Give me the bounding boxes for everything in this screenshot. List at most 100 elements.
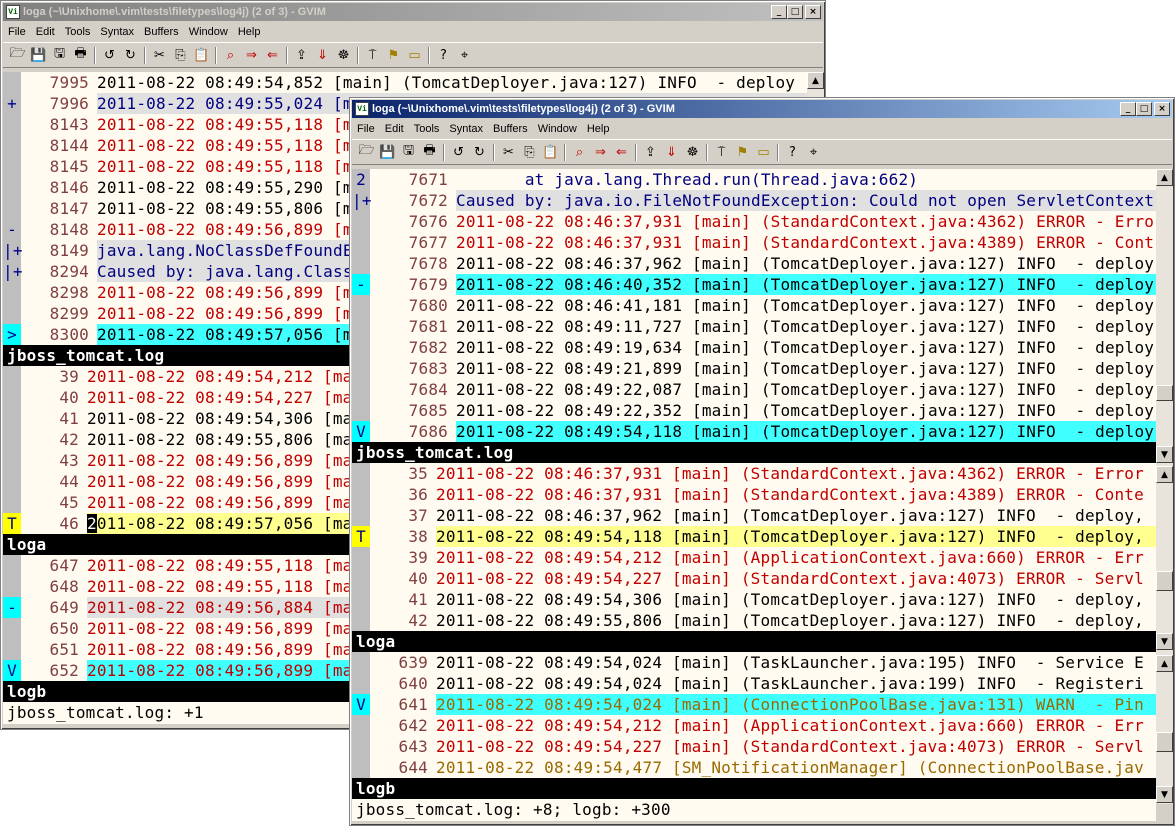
sign-column[interactable]: V [352, 421, 370, 442]
command-line[interactable]: jboss_tomcat.log: +8; logb: +300 [352, 799, 1156, 821]
scroll-up-button[interactable]: ▲ [1156, 169, 1173, 186]
menu-tools[interactable]: Tools [409, 123, 445, 135]
log-line[interactable]: 7678 2011-08-22 08:46:37,962 [main] (Tomc… [352, 253, 1156, 274]
find-replace-icon[interactable]: ⌕ [569, 142, 590, 162]
find-replace-icon[interactable]: ⌕ [220, 45, 241, 65]
menu-window[interactable]: Window [184, 26, 233, 38]
sign-column[interactable] [352, 652, 370, 673]
save-icon[interactable]: 💾 [377, 142, 398, 162]
log-line[interactable]: 39 2011-08-22 08:49:54,212 [main] (Applic… [352, 547, 1156, 568]
sign-column[interactable] [352, 379, 370, 400]
run-ctags-icon[interactable]: ⚑ [732, 142, 753, 162]
sign-column[interactable] [352, 463, 370, 484]
sign-column[interactable] [352, 736, 370, 757]
log-text[interactable]: 2011-08-22 08:49:54,212 [main] (Applicat… [436, 547, 1156, 568]
log-text[interactable]: 2011-08-22 08:46:37,962 [main] (TomcatDe… [456, 253, 1156, 274]
load-session-icon[interactable]: ⇪ [640, 142, 661, 162]
help-icon[interactable]: ? [433, 45, 454, 65]
sign-column[interactable] [352, 295, 370, 316]
undo-icon[interactable]: ↺ [99, 45, 120, 65]
sign-column[interactable] [3, 618, 21, 639]
log-line[interactable]: 639 2011-08-22 08:49:54,024 [main] (TaskL… [352, 652, 1156, 673]
log-line[interactable]: 643 2011-08-22 08:49:54,227 [main] (Stand… [352, 736, 1156, 757]
sign-column[interactable] [3, 366, 21, 387]
sign-column[interactable]: - [3, 597, 21, 618]
sign-column[interactable] [352, 337, 370, 358]
log-text[interactable]: 2011-08-22 08:49:22,087 [main] (TomcatDe… [456, 379, 1156, 400]
save-all-icon[interactable]: 🖫 [49, 45, 70, 65]
log-text[interactable]: 2011-08-22 08:49:54,024 [main] (TaskLaun… [436, 652, 1156, 673]
sign-column[interactable] [352, 400, 370, 421]
find-next-icon[interactable]: ⇒ [241, 45, 262, 65]
gvim-window-foreground[interactable]: Vi loga (~\Unixhome\.vim\tests\filetypes… [349, 97, 1175, 826]
paste-icon[interactable]: 📋 [540, 142, 561, 162]
save-all-icon[interactable]: 🖫 [398, 142, 419, 162]
cut-icon[interactable]: ✂ [498, 142, 519, 162]
log-text[interactable]: 2011-08-22 08:46:41,181 [main] (TomcatDe… [456, 295, 1156, 316]
sign-column[interactable] [352, 253, 370, 274]
log-text[interactable]: 2011-08-22 08:46:37,931 [main] (Standard… [436, 484, 1156, 505]
scroll-down-button[interactable]: ▼ [1156, 633, 1173, 650]
menu-tools[interactable]: Tools [60, 26, 96, 38]
sign-column[interactable] [3, 408, 21, 429]
sign-column[interactable] [352, 484, 370, 505]
log-text[interactable]: 2011-08-22 08:49:54,477 [SM_Notification… [436, 757, 1156, 778]
title-bar[interactable]: Vi loga (~\Unixhome\.vim\tests\filetypes… [352, 100, 1172, 118]
log-text[interactable]: 2011-08-22 08:49:11,727 [main] (TomcatDe… [456, 316, 1156, 337]
log-line[interactable]: 7681 2011-08-22 08:49:11,727 [main] (Tomc… [352, 316, 1156, 337]
log-line[interactable]: 7680 2011-08-22 08:46:41,181 [main] (Tomc… [352, 295, 1156, 316]
sign-column[interactable]: - [352, 274, 370, 295]
menu-file[interactable]: File [352, 123, 380, 135]
find-next-icon[interactable]: ⇒ [590, 142, 611, 162]
log-text[interactable]: 2011-08-22 08:49:22,352 [main] (TomcatDe… [456, 400, 1156, 421]
make-icon[interactable]: ⍑ [711, 142, 732, 162]
sign-column[interactable] [3, 72, 21, 93]
minimize-button[interactable]: _ [1120, 102, 1136, 116]
menu-window[interactable]: Window [533, 123, 582, 135]
undo-icon[interactable]: ↺ [448, 142, 469, 162]
make-icon[interactable]: ⍑ [362, 45, 383, 65]
log-text[interactable]: 2011-08-22 08:49:54,024 [main] (Connecti… [436, 694, 1156, 715]
scroll-thumb[interactable] [1156, 732, 1173, 752]
print-icon[interactable]: 🖶 [419, 142, 440, 162]
run-ctags-icon[interactable]: ⚑ [383, 45, 404, 65]
log-text[interactable]: 2011-08-22 08:46:40,352 [main] (TomcatDe… [456, 274, 1156, 295]
log-line[interactable]: 7676 2011-08-22 08:46:37,931 [main] (Stan… [352, 211, 1156, 232]
vertical-scrollbar-pane1[interactable]: ▲ ▼ [1156, 169, 1173, 463]
log-line[interactable]: V 641 2011-08-22 08:49:54,024 [main] (Conn… [352, 694, 1156, 715]
sign-column[interactable]: T [352, 526, 370, 547]
log-text[interactable]: 2011-08-22 08:49:54,852 [main] (TomcatDe… [97, 72, 807, 93]
sign-column[interactable] [3, 555, 21, 576]
sign-column[interactable]: V [3, 660, 21, 681]
close-button[interactable]: × [805, 5, 821, 19]
sign-column[interactable] [3, 387, 21, 408]
log-line[interactable]: 642 2011-08-22 08:49:54,212 [main] (Appli… [352, 715, 1156, 736]
log-text[interactable]: 2011-08-22 08:49:54,118 [main] (TomcatDe… [436, 526, 1156, 547]
find-prev-icon[interactable]: ⇐ [262, 45, 283, 65]
sign-column[interactable] [352, 673, 370, 694]
sign-column[interactable]: - [3, 219, 21, 240]
sign-column[interactable] [352, 589, 370, 610]
log-line[interactable]: 7677 2011-08-22 08:46:37,931 [main] (Stan… [352, 232, 1156, 253]
scroll-down-button[interactable]: ▼ [1156, 786, 1173, 803]
sign-column[interactable] [352, 232, 370, 253]
log-line[interactable]: 35 2011-08-22 08:46:37,931 [main] (Standa… [352, 463, 1156, 484]
log-line[interactable]: |+ 7672 Caused by: java.io.FileNotFoundExc… [352, 190, 1156, 211]
scroll-thumb[interactable] [1156, 385, 1173, 401]
log-text[interactable]: 2011-08-22 08:49:54,212 [main] (Applicat… [436, 715, 1156, 736]
log-text[interactable]: 2011-08-22 08:46:37,962 [main] (TomcatDe… [436, 505, 1156, 526]
log-line[interactable]: T 38 2011-08-22 08:49:54,118 [main] (Tomca… [352, 526, 1156, 547]
menu-buffers[interactable]: Buffers [488, 123, 533, 135]
log-line[interactable]: 40 2011-08-22 08:49:54,227 [main] (Standa… [352, 568, 1156, 589]
log-line[interactable]: - 7679 2011-08-22 08:46:40,352 [main] (Tom… [352, 274, 1156, 295]
redo-icon[interactable]: ↻ [469, 142, 490, 162]
status-line[interactable]: jboss_tomcat.log [352, 442, 1156, 463]
sign-column[interactable] [352, 568, 370, 589]
log-text[interactable]: 2011-08-22 08:49:55,806 [main] (TomcatDe… [436, 610, 1156, 631]
menu-file[interactable]: File [3, 26, 31, 38]
run-script-icon[interactable]: ☸ [333, 45, 354, 65]
sign-column[interactable]: 2 [352, 169, 370, 190]
sign-column[interactable] [3, 450, 21, 471]
split-pane-loga[interactable]: 35 2011-08-22 08:46:37,931 [main] (Standa… [352, 463, 1156, 631]
menu-syntax[interactable]: Syntax [444, 123, 488, 135]
